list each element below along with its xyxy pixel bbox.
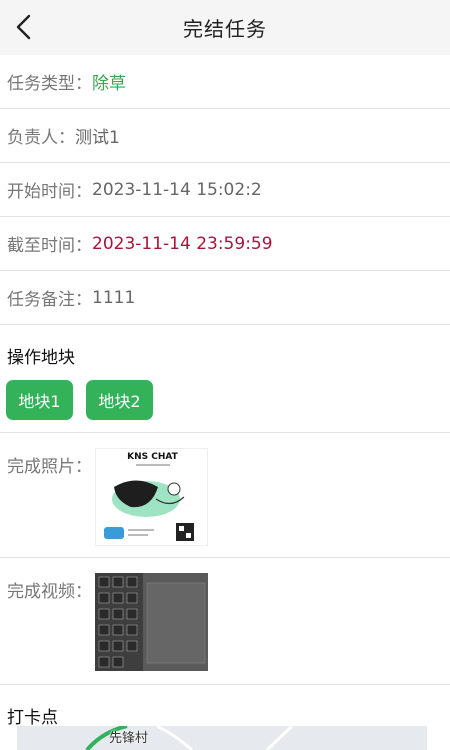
owner-value: 测试1: [75, 128, 120, 148]
photo-illustration: [104, 464, 194, 541]
start-time-row: 开始时间： 2023-11-14 15:02:2: [0, 163, 450, 217]
video-thumbnail: [95, 573, 208, 671]
photo-label: 完成照片：: [7, 457, 92, 477]
deadline-value: 2023-11-14 23:59:59: [92, 233, 273, 254]
owner-label: 负责人：: [7, 128, 75, 148]
divider: [0, 684, 450, 685]
divider: [0, 432, 450, 433]
map-roads: [85, 726, 294, 750]
video-label: 完成视频：: [7, 582, 92, 602]
task-type-value: 除草: [92, 74, 126, 94]
note-row: 任务备注： 1111: [0, 271, 450, 325]
start-time-value: 2023-11-14 15:02:2: [92, 179, 262, 200]
map-place-label: 先锋村: [109, 731, 149, 746]
start-time-label: 开始时间：: [7, 182, 92, 202]
header-bar: 完结任务: [0, 0, 450, 55]
deadline-label: 截至时间：: [7, 236, 92, 256]
task-type-row: 任务类型： 除草: [0, 55, 450, 109]
page-title: 完结任务: [183, 17, 267, 41]
owner-row: 负责人： 测试1: [0, 109, 450, 163]
deadline-row: 截至时间： 2023-11-14 23:59:59: [0, 217, 450, 271]
checkin-title: 打卡点: [7, 708, 58, 728]
completion-photo[interactable]: KNS CHAT: [95, 448, 208, 546]
divider: [0, 557, 450, 558]
note-label: 任务备注：: [7, 290, 92, 310]
chevron-left-icon: [16, 14, 31, 40]
task-type-label: 任务类型：: [7, 74, 92, 94]
plot-button-1[interactable]: 地块1: [6, 380, 73, 420]
plots-title: 操作地块: [7, 348, 75, 368]
completion-video[interactable]: [95, 573, 208, 671]
back-button[interactable]: [6, 8, 42, 46]
note-value: 1111: [92, 287, 136, 308]
plot-button-2[interactable]: 地块2: [86, 380, 153, 420]
checkin-map[interactable]: 先锋村: [17, 726, 427, 750]
